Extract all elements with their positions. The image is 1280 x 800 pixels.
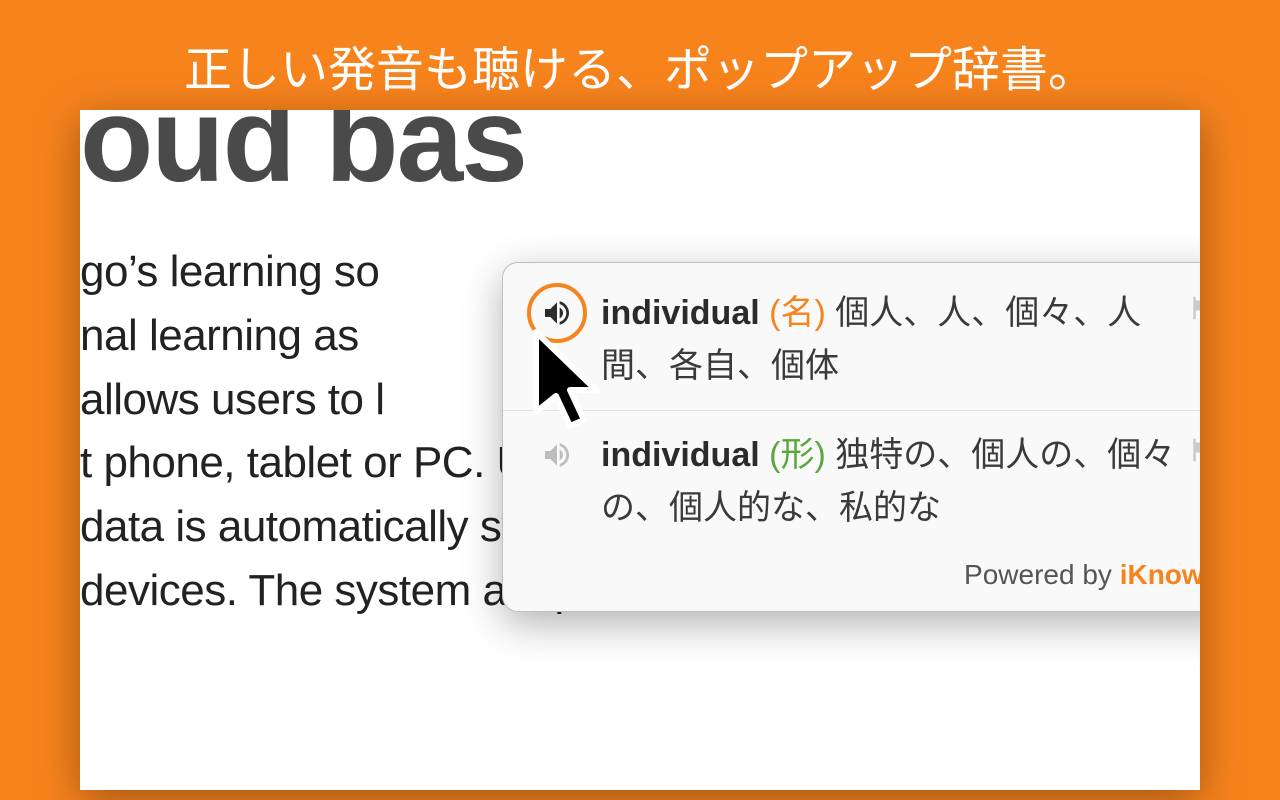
powered-by-label: Powered by (964, 559, 1120, 590)
entry-pos: (名) (769, 294, 826, 332)
dictionary-popup: individual (名) 個人、人、個々、人間、各自、個体 (502, 262, 1200, 612)
entry-word: individual (601, 436, 760, 474)
speaker-icon (541, 297, 573, 329)
entry-text: individual (形) 独特の、個人の、個々の、個人的な、私的な (601, 429, 1177, 534)
dictionary-entry: individual (名) 個人、人、個々、人間、各自、個体 (503, 281, 1200, 410)
flag-button[interactable] (1187, 293, 1200, 328)
pronounce-button[interactable] (527, 283, 587, 343)
powered-by: Powered by iKnow! (503, 553, 1200, 599)
pronounce-button[interactable] (527, 425, 587, 485)
speaker-icon (541, 439, 573, 471)
document-title: oud bas (80, 110, 1200, 200)
document-viewport: oud bas go’s learning sonal learning asa… (80, 110, 1200, 790)
entry-text: individual (名) 個人、人、個々、人間、各自、個体 (601, 287, 1177, 392)
entry-word: individual (601, 294, 760, 332)
flag-icon (1187, 435, 1200, 465)
flag-button[interactable] (1187, 435, 1200, 470)
flag-icon (1187, 293, 1200, 323)
promo-headline: 正しい発音も聴ける、ポップアップ辞書。 (0, 0, 1280, 100)
entry-pos: (形) (769, 436, 826, 474)
powered-by-brand[interactable]: iKnow! (1120, 559, 1200, 590)
dictionary-entry: individual (形) 独特の、個人の、個々の、個人的な、私的な (503, 410, 1200, 552)
